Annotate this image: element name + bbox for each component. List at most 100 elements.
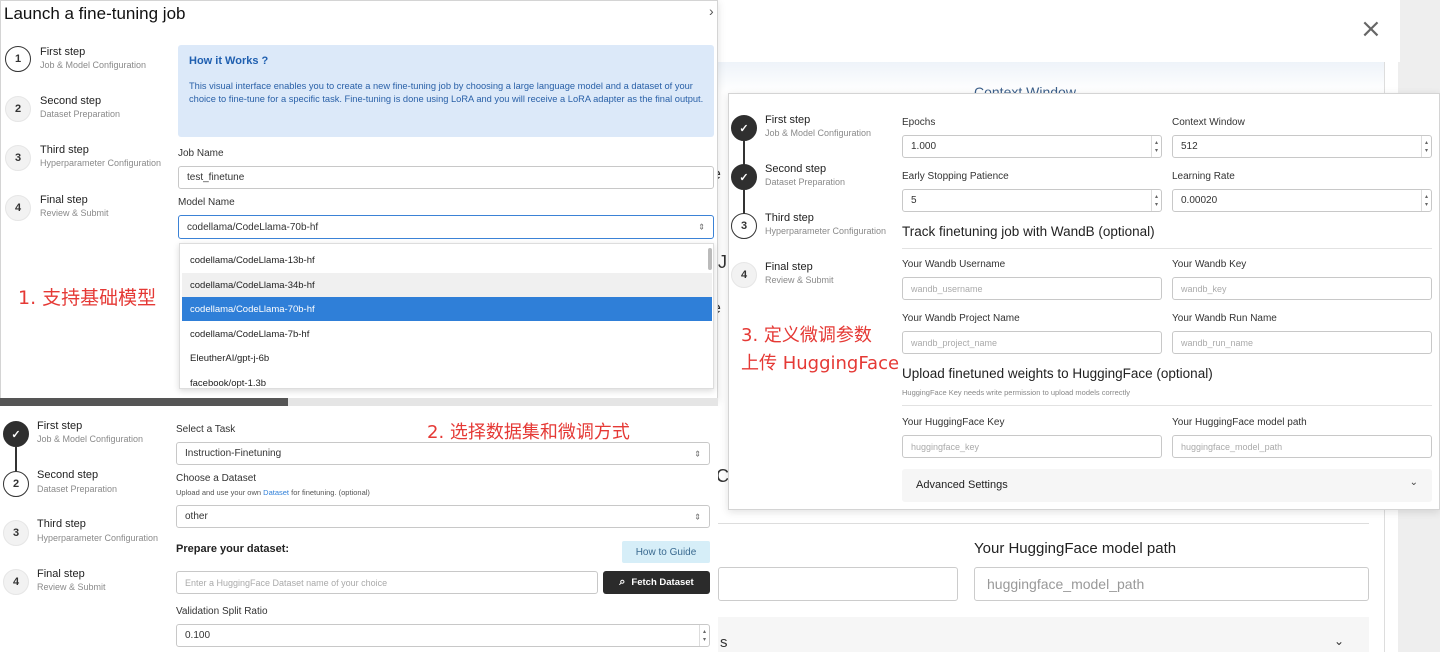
step-1-indicator: 1 xyxy=(5,46,31,72)
number-stepper[interactable]: ▴ ▾ xyxy=(1151,190,1161,211)
checkmark-icon: ✓ xyxy=(739,171,749,184)
wandb-username-input[interactable]: wandb_username xyxy=(902,277,1162,300)
step-4-title: Final step xyxy=(765,261,813,273)
fetch-icon: ⌕ xyxy=(619,576,626,588)
split-ratio-label: Validation Split Ratio xyxy=(176,606,268,617)
background-hf-path-input[interactable]: huggingface_model_path xyxy=(974,567,1369,601)
checkmark-icon: ✓ xyxy=(739,122,749,135)
panel-dataset: ✓ First step Job & Model Configuration 2… xyxy=(0,406,718,652)
annotation-2: 2. 选择数据集和微调方式 xyxy=(427,422,630,443)
task-value: Instruction-Finetuning xyxy=(185,448,282,459)
annotation-3-line2: 上传 HuggingFace xyxy=(741,353,900,374)
hf-key-label: Your HuggingFace Key xyxy=(902,417,1005,428)
context-window-label: Context Window xyxy=(1172,117,1245,128)
step-4-subtitle: Review & Submit xyxy=(40,208,109,218)
step-3-title: Third step xyxy=(37,518,86,530)
step-2-title: Second step xyxy=(37,469,99,481)
learning-rate-input[interactable]: 0.00020 ▴ ▾ xyxy=(1172,189,1432,212)
hf-note: HuggingFace Key needs write permission t… xyxy=(902,388,1131,397)
hf-model-path-input[interactable]: huggingface_model_path xyxy=(1172,435,1432,458)
background-close-icon[interactable]: × xyxy=(1360,14,1382,44)
panel-1-bottom-bar xyxy=(288,398,718,406)
hf-upload-heading: Upload finetuned weights to HuggingFace … xyxy=(902,366,1213,381)
select-arrows-icon: ⇕ xyxy=(694,449,701,458)
step-3-subtitle: Hyperparameter Configuration xyxy=(765,226,887,236)
dataset-help-text: Upload and use your own Dataset for fine… xyxy=(176,488,370,497)
step-1-title: First step xyxy=(40,46,86,58)
number-stepper[interactable]: ▴ ▾ xyxy=(699,625,709,646)
dropdown-option[interactable]: codellama/CodeLlama-7b-hf xyxy=(182,322,712,346)
dataset-value: other xyxy=(185,511,208,522)
model-dropdown-list: codellama/CodeLlama-13b-hf codellama/Cod… xyxy=(179,243,714,389)
dataset-link[interactable]: Dataset xyxy=(263,488,289,497)
fetch-dataset-button[interactable]: ⌕ Fetch Dataset xyxy=(603,571,710,594)
step-1-subtitle: Job & Model Configuration xyxy=(37,434,144,444)
stepper-connector xyxy=(743,141,745,165)
dropdown-option[interactable]: codellama/CodeLlama-13b-hf xyxy=(182,248,712,272)
hf-key-input[interactable]: huggingface_key xyxy=(902,435,1162,458)
checkmark-icon: ✓ xyxy=(11,428,21,441)
background-divider xyxy=(718,523,1369,524)
epochs-value: 1.000 xyxy=(911,141,937,152)
dropdown-option-selected[interactable]: codellama/CodeLlama-70b-hf xyxy=(182,297,712,321)
step-2-subtitle: Dataset Preparation xyxy=(765,177,846,187)
patience-value: 5 xyxy=(911,195,917,206)
task-select[interactable]: Instruction-Finetuning ⇕ xyxy=(176,442,710,465)
chevron-down-icon: ⌄ xyxy=(1409,477,1418,488)
step-4-title: Final step xyxy=(40,194,88,206)
patience-label: Early Stopping Patience xyxy=(902,171,1009,182)
context-window-value: 512 xyxy=(1181,141,1198,152)
step-3-title: Third step xyxy=(765,212,814,224)
wandb-key-label: Your Wandb Key xyxy=(1172,259,1247,270)
step-2-subtitle: Dataset Preparation xyxy=(37,484,118,494)
epochs-input[interactable]: 1.000 ▴ ▾ xyxy=(902,135,1162,158)
step-3-subtitle: Hyperparameter Configuration xyxy=(40,158,162,168)
dropdown-option[interactable]: codellama/CodeLlama-34b-hf xyxy=(182,273,712,297)
patience-input[interactable]: 5 ▴ ▾ xyxy=(902,189,1162,212)
step-3-indicator: 3 xyxy=(3,520,29,546)
step-4-indicator: 4 xyxy=(731,262,757,288)
how-to-guide-button[interactable]: How to Guide xyxy=(622,541,710,563)
prepare-dataset-heading: Prepare your dataset: xyxy=(176,543,290,555)
modal-title: Launch a fine-tuning job xyxy=(4,4,186,23)
number-stepper[interactable]: ▴ ▾ xyxy=(1151,136,1161,157)
job-name-label: Job Name xyxy=(178,148,224,159)
wandb-run-label: Your Wandb Run Name xyxy=(1172,313,1277,324)
learning-rate-value: 0.00020 xyxy=(1181,195,1218,206)
panel-1-bottom-bar xyxy=(0,398,288,406)
step-4-indicator: 4 xyxy=(3,569,29,595)
step-2-indicator: 2 xyxy=(3,471,29,497)
number-stepper[interactable]: ▴ ▾ xyxy=(1421,190,1431,211)
info-title: How it Works ? xyxy=(189,55,269,67)
close-icon[interactable]: › xyxy=(709,3,714,19)
step-2-subtitle: Dataset Preparation xyxy=(40,109,121,119)
context-window-input[interactable]: 512 ▴ ▾ xyxy=(1172,135,1432,158)
model-name-select[interactable]: codellama/CodeLlama-70b-hf ⇕ xyxy=(178,215,714,239)
dataset-select[interactable]: other ⇕ xyxy=(176,505,710,528)
hf-dataset-input[interactable]: Enter a HuggingFace Dataset name of your… xyxy=(176,571,598,594)
select-arrows-icon: ⇕ xyxy=(698,222,705,232)
dropdown-option[interactable]: facebook/opt-1.3b xyxy=(182,371,712,389)
info-box: How it Works ? This visual interface ena… xyxy=(178,45,714,137)
learning-rate-label: Learning Rate xyxy=(1172,171,1235,182)
epochs-label: Epochs xyxy=(902,117,936,128)
step-4-subtitle: Review & Submit xyxy=(765,275,834,285)
stepper-connector xyxy=(15,447,17,471)
wandb-project-input[interactable]: wandb_project_name xyxy=(902,331,1162,354)
wandb-heading: Track finetuning job with WandB (optiona… xyxy=(902,224,1155,239)
background-input[interactable] xyxy=(718,567,958,601)
select-arrows-icon: ⇕ xyxy=(694,512,701,521)
step-1-subtitle: Job & Model Configuration xyxy=(40,60,147,70)
job-name-input[interactable]: test_finetune xyxy=(178,166,714,189)
wandb-key-input[interactable]: wandb_key xyxy=(1172,277,1432,300)
annotation-1: 1. 支持基础模型 xyxy=(18,287,157,309)
step-4-subtitle: Review & Submit xyxy=(37,582,106,592)
dropdown-option[interactable]: EleutherAI/gpt-j-6b xyxy=(182,346,712,370)
background-chevron-down-icon[interactable]: ⌄ xyxy=(1334,634,1344,648)
wandb-run-input[interactable]: wandb_run_name xyxy=(1172,331,1432,354)
number-stepper[interactable]: ▴ ▾ xyxy=(1421,136,1431,157)
advanced-settings-toggle[interactable]: Advanced Settings ⌄ xyxy=(902,469,1432,502)
background-advanced-bar[interactable] xyxy=(718,617,1369,652)
split-ratio-input[interactable]: 0.100 ▴ ▾ xyxy=(176,624,710,647)
advanced-settings-label: Advanced Settings xyxy=(916,479,1008,491)
